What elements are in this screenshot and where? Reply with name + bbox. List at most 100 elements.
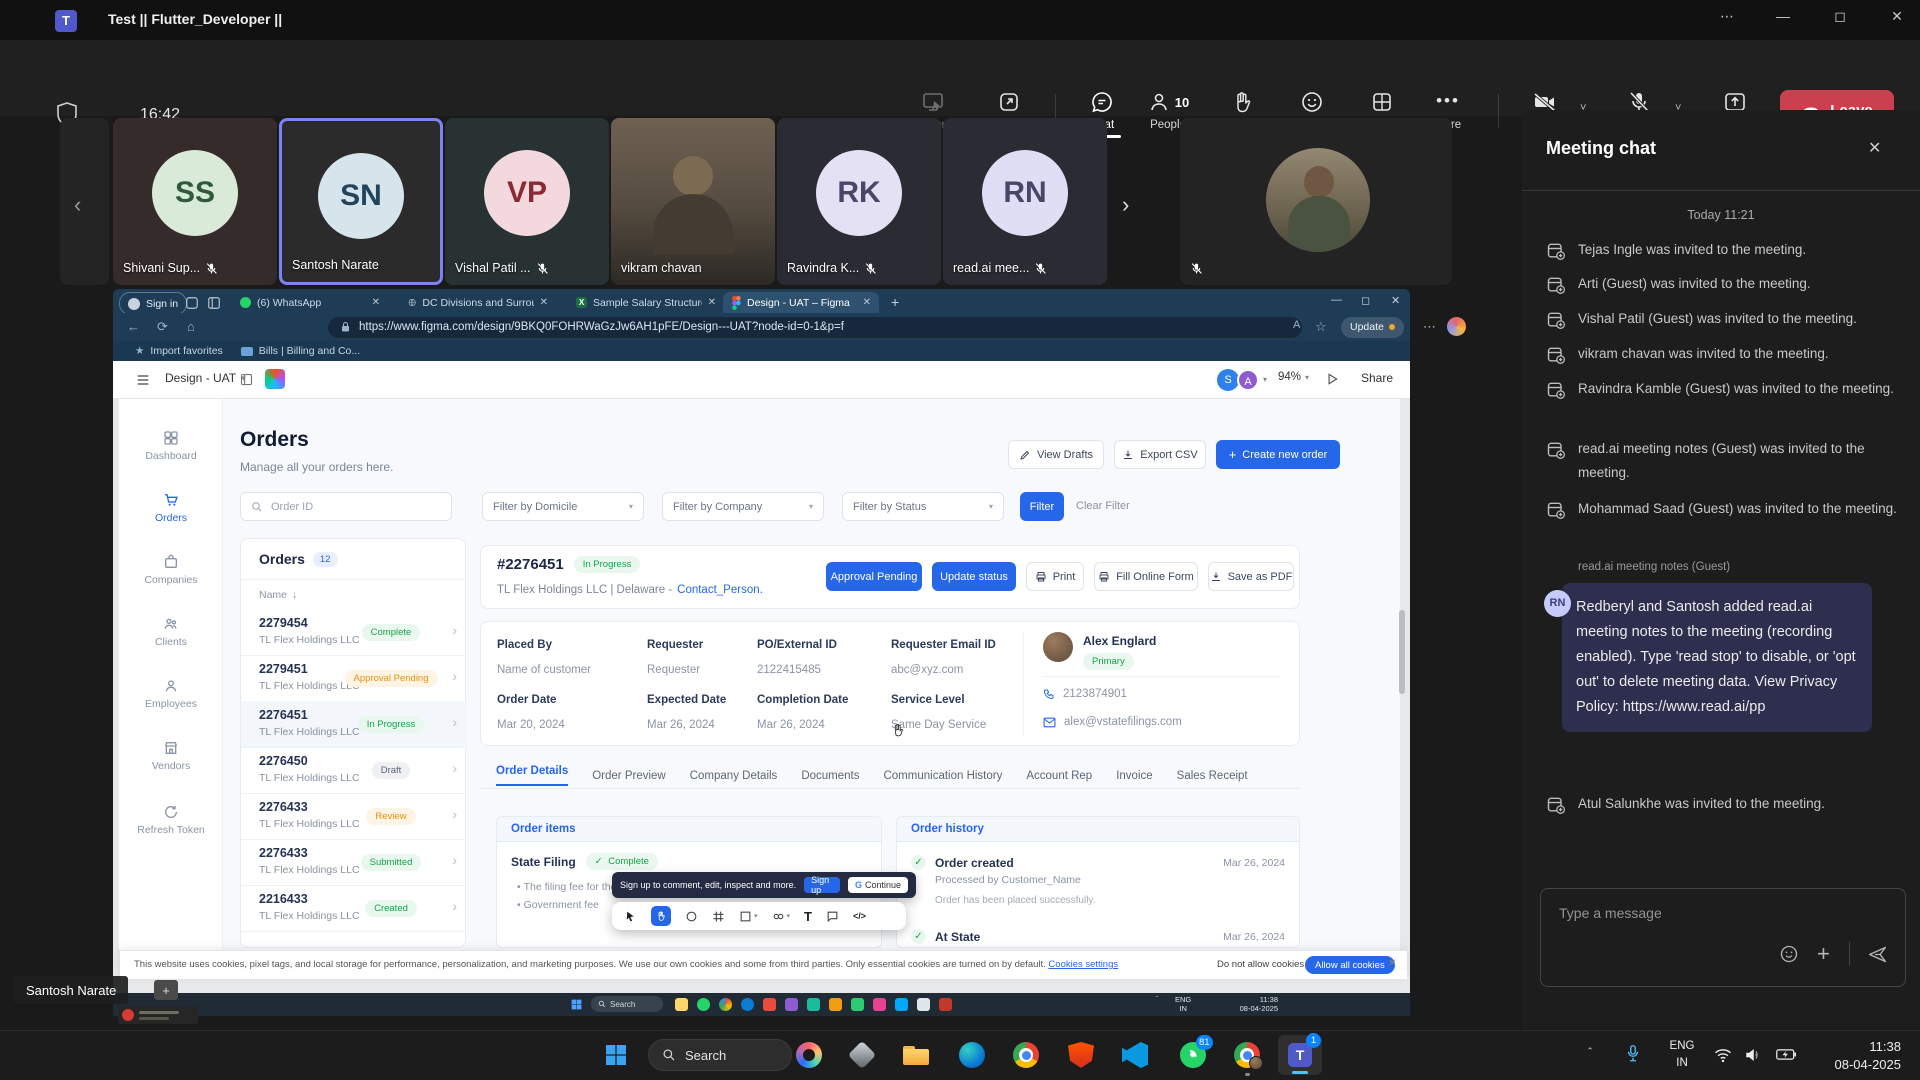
filter-company-select[interactable]: Filter by Company▾ (662, 492, 824, 521)
tab-account-rep[interactable]: Account Rep (1026, 770, 1092, 782)
close-tab-icon[interactable]: ✕ (372, 297, 380, 308)
file-explorer-icon[interactable] (903, 1046, 929, 1065)
resources-tool-icon[interactable]: ▾ (772, 910, 791, 923)
refresh-icon[interactable]: ⟳ (157, 319, 168, 335)
update-status-button[interactable]: Update status (932, 562, 1016, 591)
allow-cookies-button[interactable]: Allow all cookies (1305, 956, 1395, 974)
close-tab-icon[interactable]: ✕ (540, 297, 548, 308)
mic-active-icon[interactable] (1624, 1043, 1642, 1065)
contact-email[interactable]: alex@vstatefilings.com (1064, 716, 1182, 728)
sidebar-item-companies[interactable]: Companies (121, 554, 221, 586)
tab-order-preview[interactable]: Order Preview (592, 770, 666, 782)
start-button[interactable] (604, 1043, 628, 1067)
copilot-icon[interactable] (796, 1042, 822, 1068)
figma-menu-icon[interactable] (135, 372, 151, 388)
home-icon[interactable]: ⌂ (187, 319, 195, 334)
print-button[interactable]: Print (1026, 562, 1084, 591)
import-favorites-item[interactable]: ★ Import favorites (135, 345, 223, 357)
comment-tool-icon[interactable] (826, 910, 839, 923)
cookie-close-icon[interactable]: ✕ (1388, 958, 1396, 969)
move-tool-icon[interactable] (624, 910, 637, 923)
list-column-header[interactable]: Name↓ (259, 589, 297, 601)
present-play-icon[interactable] (1325, 372, 1339, 386)
shape-tool-icon[interactable]: ▾ (739, 910, 758, 923)
maximize-icon[interactable]: ◻ (1825, 8, 1855, 25)
sidebar-item-refresh-token[interactable]: Refresh Token (121, 804, 221, 836)
vertical-tabs-icon[interactable] (207, 296, 221, 310)
order-row[interactable]: 2276450TL Flex Holdings LLC Draft› (241, 747, 467, 794)
back-icon[interactable]: ← (127, 319, 140, 334)
browser-maximize-icon[interactable]: ◻ (1361, 294, 1370, 307)
sidebar-item-orders[interactable]: Orders (121, 492, 221, 524)
close-tab-icon[interactable]: ✕ (708, 297, 716, 308)
attach-plus-icon[interactable]: + (1817, 941, 1830, 967)
workspaces-icon[interactable] (185, 296, 199, 310)
browser-minimize-icon[interactable]: — (1331, 294, 1342, 306)
text-tool-icon[interactable]: T (804, 909, 812, 924)
chat-close-icon[interactable]: ✕ (1868, 138, 1881, 158)
chat-input-box[interactable]: Type a message + (1540, 888, 1906, 987)
save-as-pdf-button[interactable]: Save as PDF (1208, 562, 1294, 591)
sidebar-item-dashboard[interactable]: Dashboard (121, 430, 221, 462)
taskbar-search[interactable]: Search (648, 1039, 792, 1071)
tab-order-details[interactable]: Order Details (496, 765, 568, 786)
collaborator-avatar[interactable]: S (1217, 369, 1239, 391)
order-row-selected[interactable]: 2276451TL Flex Holdings LLC In Progress› (241, 701, 467, 748)
fill-online-form-button[interactable]: Fill Online Form (1094, 562, 1198, 591)
sidebar-item-vendors[interactable]: Vendors (121, 740, 221, 772)
order-row[interactable]: 2279451TL Flex Holdings LLC Approval Pen… (241, 655, 467, 702)
hand-tool-icon-selected[interactable] (651, 906, 671, 926)
participant-tile[interactable]: SS Shivani Sup... (113, 118, 277, 285)
pen-tool-icon[interactable] (685, 910, 698, 923)
participant-tile[interactable]: RK Ravindra K... (777, 118, 941, 285)
bills-folder-item[interactable]: Bills | Billing and Co... (241, 345, 360, 357)
clear-filter-button[interactable]: Clear Filter (1076, 500, 1130, 512)
volume-icon[interactable] (1744, 1047, 1762, 1063)
create-new-order-button[interactable]: + Create new order (1216, 440, 1340, 469)
chrome-icon[interactable] (1013, 1042, 1039, 1068)
tab-company-details[interactable]: Company Details (690, 770, 778, 782)
tab-invoice[interactable]: Invoice (1116, 770, 1152, 782)
browser-tab-excel[interactable]: X Sample Salary Structure with calc✕ (568, 292, 724, 313)
emoji-icon[interactable] (1779, 944, 1799, 964)
filter-status-select[interactable]: Filter by Status▾ (842, 492, 1004, 521)
participant-tile[interactable]: RN read.ai mee... (943, 118, 1107, 285)
figma-share-button[interactable]: Share (1361, 371, 1393, 385)
favorite-star-icon[interactable]: ☆ (1315, 319, 1327, 335)
strip-next-icon[interactable]: › (1122, 192, 1129, 218)
edge-icon[interactable] (959, 1042, 985, 1068)
tab-documents[interactable]: Documents (801, 770, 859, 782)
deny-cookies-button[interactable]: Do not allow cookies (1217, 959, 1304, 970)
order-row[interactable]: 2279454TL Flex Holdings LLC Complete› (241, 609, 467, 656)
address-bar[interactable]: https://www.figma.com/design/9BKQ0FOHRWa… (328, 317, 1302, 338)
tab-sales-receipt[interactable]: Sales Receipt (1177, 770, 1248, 782)
filter-apply-button[interactable]: Filter (1020, 492, 1064, 521)
browser-profile-avatar[interactable] (1447, 317, 1466, 336)
browser-tab-dc-divisions[interactable]: DC Divisions and Surroundings✕ (400, 292, 556, 313)
titlebar-more-icon[interactable]: ⋯ (1712, 8, 1742, 25)
browser-close-icon[interactable]: ✕ (1391, 294, 1400, 307)
canvas-scrollbar[interactable] (1399, 610, 1405, 694)
participant-tile-selected[interactable]: SN Santosh Narate (279, 118, 443, 285)
figma-zoom-control[interactable]: 94% ▾ (1278, 371, 1309, 383)
filter-domicile-select[interactable]: Filter by Domicile▾ (482, 492, 644, 521)
participant-tile[interactable]: VP Vishal Patil ... (445, 118, 609, 285)
clock[interactable]: 11:3808-04-2025 (1805, 1038, 1901, 1074)
browser-update-button[interactable]: Update (1341, 317, 1404, 338)
contact-person-link[interactable]: Contact_Person. (677, 584, 763, 596)
minimize-icon[interactable]: — (1768, 8, 1798, 24)
browser-tab-figma-active[interactable]: Design - UAT – Figma✕ (723, 292, 879, 313)
order-id-search-input[interactable]: Order ID (240, 492, 452, 521)
close-icon[interactable]: ✕ (1882, 8, 1912, 25)
chevron-down-icon[interactable]: ▾ (1263, 375, 1267, 384)
figma-file-name[interactable]: Design - UAT ▾ (165, 371, 246, 385)
cookie-settings-link[interactable]: Cookies settings (1048, 959, 1118, 970)
wifi-icon[interactable] (1714, 1047, 1732, 1063)
send-icon[interactable] (1867, 944, 1888, 965)
google-continue-button[interactable]: G Continue (848, 877, 908, 893)
spotlight-tile[interactable] (1180, 118, 1452, 285)
signup-button[interactable]: Sign up (804, 877, 840, 893)
browser-tab-whatsapp[interactable]: (6) WhatsApp✕ (232, 292, 388, 313)
frame-tool-icon[interactable] (712, 910, 725, 923)
language-indicator[interactable]: ENGIN (1662, 1038, 1702, 1072)
